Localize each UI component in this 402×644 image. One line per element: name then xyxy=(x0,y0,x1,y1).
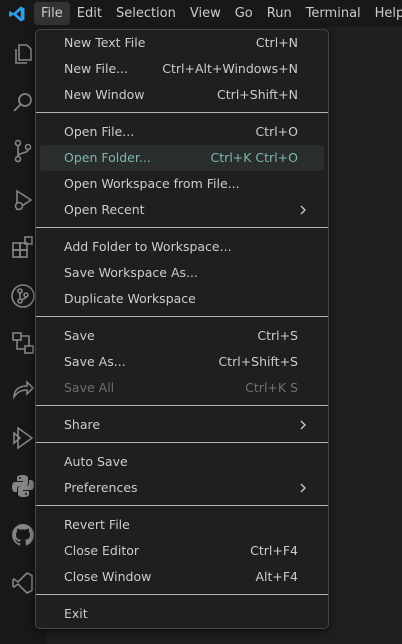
menu-item-save-as[interactable]: Save As... Ctrl+Shift+S xyxy=(40,349,324,375)
menu-run[interactable]: Run xyxy=(260,0,299,27)
menu-go[interactable]: Go xyxy=(228,0,260,27)
remote-explorer-icon[interactable] xyxy=(10,330,36,356)
close-editor-label: Close Editor xyxy=(64,543,140,558)
menu-separator xyxy=(36,227,328,228)
extensions-icon[interactable] xyxy=(10,234,36,260)
menu-item-auto-save[interactable]: Auto Save xyxy=(40,449,324,475)
save-as-shortcut: Ctrl+Shift+S xyxy=(218,354,298,369)
preferences-label: Preferences xyxy=(64,480,138,495)
duplicate-workspace-label: Duplicate Workspace xyxy=(64,291,196,306)
open-file-label: Open File... xyxy=(64,124,135,139)
menu-item-share[interactable]: Share xyxy=(40,412,324,438)
new-file-label: New File... xyxy=(64,61,129,76)
menu-item-revert-file[interactable]: Revert File xyxy=(40,512,324,538)
open-file-shortcut: Ctrl+O xyxy=(255,124,298,139)
git-graph-icon[interactable] xyxy=(10,283,36,309)
menu-item-close-window[interactable]: Close Window Alt+F4 xyxy=(40,564,324,590)
menu-view[interactable]: View xyxy=(183,0,228,27)
menu-bar: File Edit Selection View Go Run Terminal… xyxy=(34,0,402,27)
menu-item-open-file[interactable]: Open File... Ctrl+O xyxy=(40,119,324,145)
exit-label: Exit xyxy=(64,606,88,621)
vscode-logo-icon[interactable] xyxy=(8,5,26,23)
menu-item-new-file[interactable]: New File... Ctrl+Alt+Windows+N xyxy=(40,56,324,82)
save-as-label: Save As... xyxy=(64,354,126,369)
save-all-label: Save All xyxy=(64,380,115,395)
open-folder-shortcut: Ctrl+K Ctrl+O xyxy=(210,150,298,165)
menu-separator xyxy=(36,505,328,506)
testing-icon[interactable] xyxy=(10,425,36,451)
new-window-shortcut: Ctrl+Shift+N xyxy=(217,87,298,102)
save-workspace-as-label: Save Workspace As... xyxy=(64,265,198,280)
menu-edit[interactable]: Edit xyxy=(70,0,109,27)
explorer-icon[interactable] xyxy=(10,41,36,67)
menu-item-duplicate-workspace[interactable]: Duplicate Workspace xyxy=(40,286,324,312)
chevron-right-icon xyxy=(300,420,306,430)
menu-separator xyxy=(36,112,328,113)
run-debug-icon[interactable] xyxy=(10,187,36,213)
menu-item-save[interactable]: Save Ctrl+S xyxy=(40,323,324,349)
menu-item-add-folder[interactable]: Add Folder to Workspace... xyxy=(40,234,324,260)
close-window-shortcut: Alt+F4 xyxy=(255,569,298,584)
menu-separator xyxy=(36,594,328,595)
share-label: Share xyxy=(64,417,101,432)
menu-separator xyxy=(36,316,328,317)
source-control-icon[interactable] xyxy=(10,138,36,164)
menu-item-close-editor[interactable]: Close Editor Ctrl+F4 xyxy=(40,538,324,564)
menu-item-save-workspace-as[interactable]: Save Workspace As... xyxy=(40,260,324,286)
save-all-shortcut: Ctrl+K S xyxy=(245,380,298,395)
search-icon[interactable] xyxy=(10,90,36,116)
menu-item-exit[interactable]: Exit xyxy=(40,601,324,627)
add-folder-label: Add Folder to Workspace... xyxy=(64,239,232,254)
menu-item-new-window[interactable]: New Window Ctrl+Shift+N xyxy=(40,82,324,108)
menu-help[interactable]: Help xyxy=(368,0,402,27)
menu-item-open-folder[interactable]: Open Folder... Ctrl+K Ctrl+O xyxy=(40,145,324,171)
python-icon[interactable] xyxy=(10,473,36,499)
menu-item-new-text-file[interactable]: New Text File Ctrl+N xyxy=(40,30,324,56)
auto-save-label: Auto Save xyxy=(64,454,128,469)
menu-item-preferences[interactable]: Preferences xyxy=(40,475,324,501)
new-file-shortcut: Ctrl+Alt+Windows+N xyxy=(162,61,298,76)
new-window-label: New Window xyxy=(64,87,145,102)
open-workspace-label: Open Workspace from File... xyxy=(64,176,240,191)
close-editor-shortcut: Ctrl+F4 xyxy=(250,543,298,558)
github-icon[interactable] xyxy=(10,522,36,548)
remote-icon[interactable] xyxy=(10,570,36,596)
new-text-file-label: New Text File xyxy=(64,35,146,50)
revert-file-label: Revert File xyxy=(64,517,130,532)
menu-selection[interactable]: Selection xyxy=(109,0,183,27)
menu-item-open-workspace[interactable]: Open Workspace from File... xyxy=(40,171,324,197)
chevron-right-icon xyxy=(300,483,306,493)
menu-item-save-all: Save All Ctrl+K S xyxy=(40,375,324,401)
file-menu: New Text File Ctrl+N New File... Ctrl+Al… xyxy=(35,29,329,629)
open-folder-label: Open Folder... xyxy=(64,150,151,165)
close-window-label: Close Window xyxy=(64,569,152,584)
new-text-file-shortcut: Ctrl+N xyxy=(255,35,298,50)
open-recent-label: Open Recent xyxy=(64,202,145,217)
live-share-icon[interactable] xyxy=(10,377,36,403)
save-shortcut: Ctrl+S xyxy=(257,328,298,343)
menu-separator xyxy=(36,405,328,406)
menu-item-open-recent[interactable]: Open Recent xyxy=(40,197,324,223)
chevron-right-icon xyxy=(300,205,306,215)
title-bar: File Edit Selection View Go Run Terminal… xyxy=(0,0,402,27)
menu-terminal[interactable]: Terminal xyxy=(299,0,368,27)
menu-file[interactable]: File xyxy=(34,2,70,25)
menu-separator xyxy=(36,442,328,443)
save-label: Save xyxy=(64,328,95,343)
